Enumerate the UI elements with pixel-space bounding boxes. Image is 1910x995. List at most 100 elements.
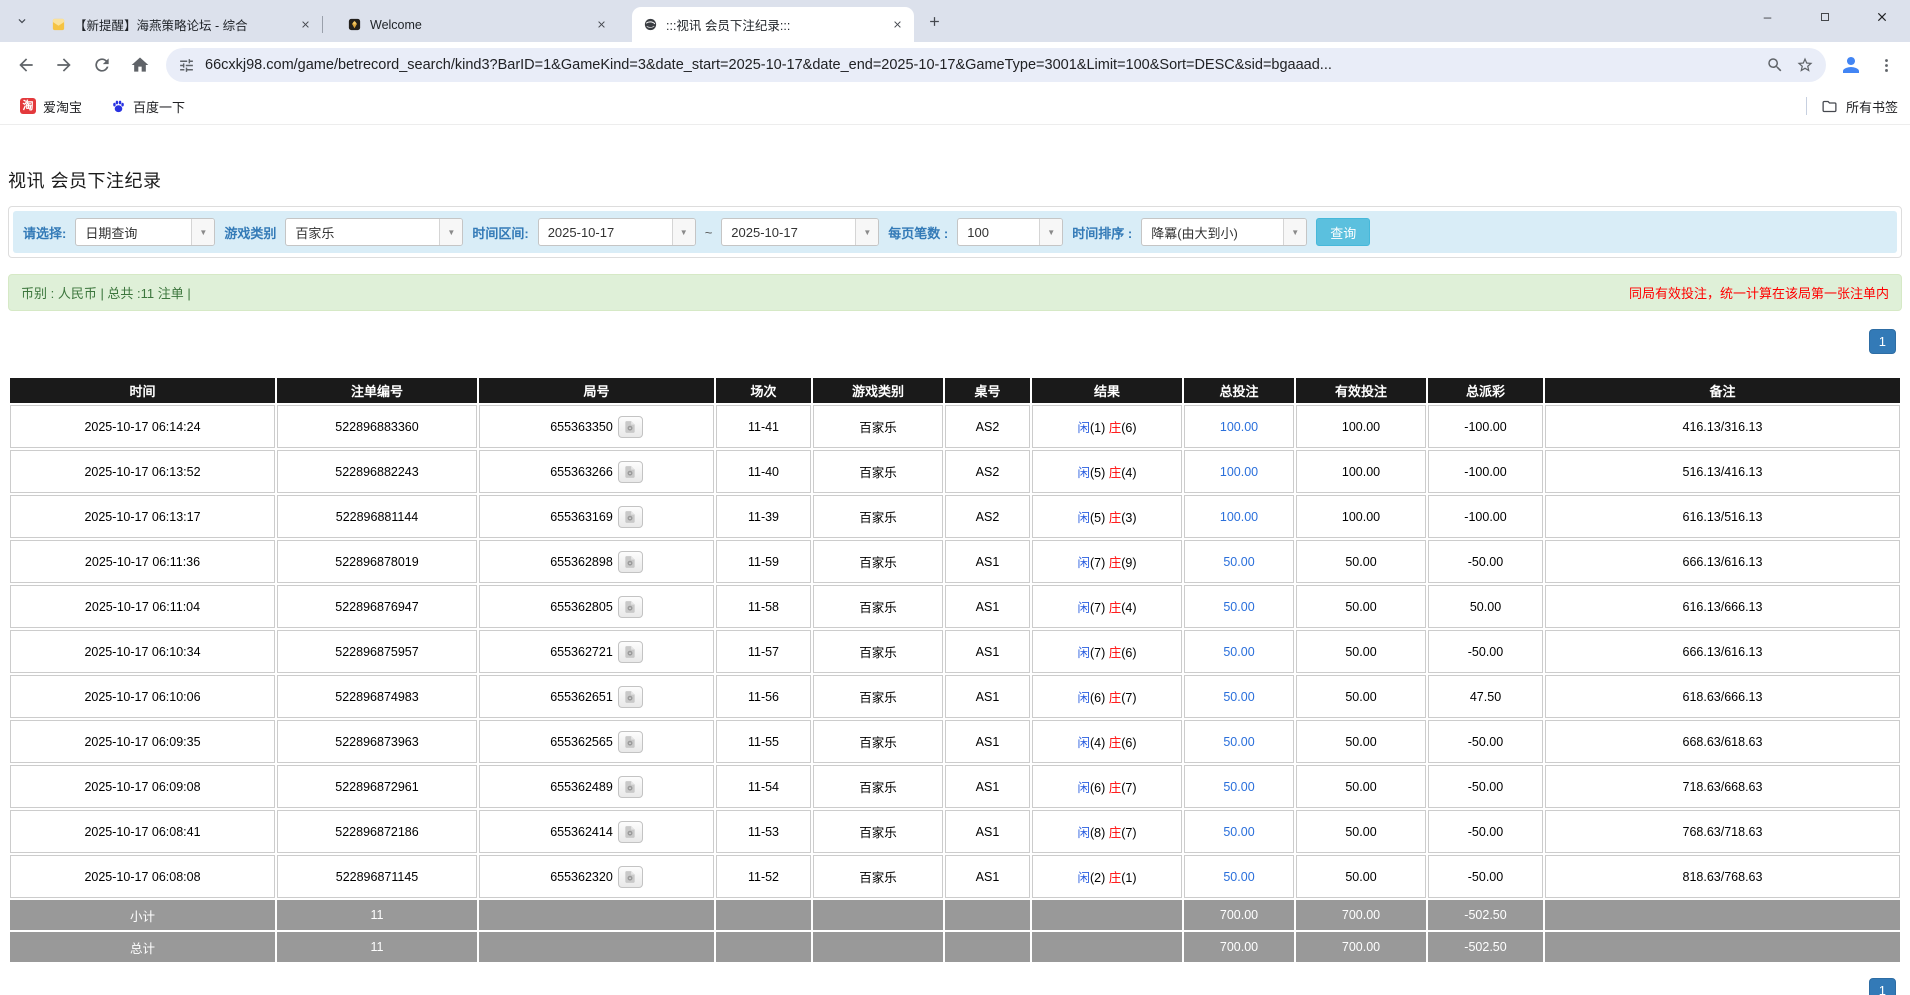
footer-total-bet-cell: 700.00 — [1184, 900, 1294, 930]
page-number-button[interactable]: 1 — [1869, 978, 1896, 995]
payout-cell: 50.00 — [1428, 585, 1543, 628]
chevron-down-icon[interactable]: ▼ — [855, 219, 878, 245]
address-bar[interactable]: 66cxkj98.com/game/betrecord_search/kind3… — [166, 48, 1826, 82]
video-replay-button[interactable] — [618, 731, 643, 753]
tab-search-button[interactable] — [8, 7, 36, 35]
table-no-cell: AS1 — [945, 630, 1030, 673]
home-button[interactable] — [124, 49, 156, 81]
footer-empty-cell — [1545, 932, 1900, 962]
total-bet-link[interactable]: 50.00 — [1223, 735, 1254, 749]
total-bet-cell: 100.00 — [1184, 450, 1294, 493]
video-replay-button[interactable] — [618, 866, 643, 888]
maximize-button[interactable] — [1796, 0, 1853, 34]
all-bookmarks-button[interactable]: 所有书签 — [1821, 97, 1898, 116]
total-bet-link[interactable]: 100.00 — [1220, 420, 1258, 434]
footer-empty-cell — [479, 900, 714, 930]
column-header: 场次 — [716, 378, 811, 403]
video-file-icon — [623, 825, 637, 839]
result-cell: 闲(5) 庄(4) — [1032, 450, 1182, 493]
column-header: 游戏类别 — [813, 378, 943, 403]
bookmark-baidu[interactable]: 百度一下 — [102, 93, 193, 120]
close-window-button[interactable] — [1853, 0, 1910, 34]
tab-forum[interactable]: 【新提醒】海燕策略论坛 - 综合 — [40, 7, 322, 42]
footer-empty-cell — [716, 900, 811, 930]
tab-betrecord-active[interactable]: :::视讯 会员下注纪录::: — [632, 7, 914, 42]
valid-bet-cell: 50.00 — [1296, 765, 1426, 808]
total-bet-link[interactable]: 50.00 — [1223, 600, 1254, 614]
result-banker-score: (9) — [1121, 556, 1136, 570]
subtotal-row: 小计11700.00700.00-502.50 — [10, 900, 1900, 930]
round-wrap: 655362805 — [550, 596, 643, 618]
payout-cell: 47.50 — [1428, 675, 1543, 718]
reload-button[interactable] — [86, 49, 118, 81]
result-player-score: (5) — [1090, 466, 1109, 480]
table-header-row: 时间注单编号局号场次游戏类别桌号结果总投注有效投注总派彩备注 — [10, 378, 1900, 403]
new-tab-button[interactable] — [921, 8, 948, 35]
date-start-dropdown[interactable]: 2025-10-17 ▼ — [538, 218, 696, 246]
minimize-button[interactable] — [1739, 0, 1796, 34]
total-bet-link[interactable]: 50.00 — [1223, 780, 1254, 794]
url-text[interactable]: 66cxkj98.com/game/betrecord_search/kind3… — [205, 57, 1766, 73]
total-bet-link[interactable]: 50.00 — [1223, 645, 1254, 659]
result-player-score: (2) — [1090, 871, 1109, 885]
forward-button[interactable] — [48, 49, 80, 81]
time-cell: 2025-10-17 06:13:17 — [10, 495, 275, 538]
select-mode-value: 日期查询 — [76, 219, 191, 245]
game-type-dropdown[interactable]: 百家乐 ▼ — [285, 218, 463, 246]
total-bet-link[interactable]: 50.00 — [1223, 825, 1254, 839]
tab-close-icon[interactable] — [297, 16, 314, 33]
page-number-button[interactable]: 1 — [1869, 329, 1896, 354]
chevron-down-icon[interactable]: ▼ — [672, 219, 695, 245]
bookmark-aitaobao[interactable]: 淘 爱淘宝 — [12, 93, 90, 120]
tab-close-icon[interactable] — [593, 16, 610, 33]
chevron-down-icon[interactable]: ▼ — [1283, 219, 1306, 245]
table-no-cell: AS1 — [945, 855, 1030, 898]
profile-avatar[interactable] — [1836, 50, 1866, 80]
tab-title: 【新提醒】海燕策略论坛 - 综合 — [74, 15, 297, 34]
total-bet-cell: 50.00 — [1184, 675, 1294, 718]
video-replay-button[interactable] — [618, 596, 643, 618]
total-bet-link[interactable]: 100.00 — [1220, 465, 1258, 479]
select-mode-dropdown[interactable]: 日期查询 ▼ — [75, 218, 215, 246]
chevron-down-icon[interactable]: ▼ — [191, 219, 214, 245]
valid-bet-cell: 50.00 — [1296, 675, 1426, 718]
video-replay-button[interactable] — [618, 506, 643, 528]
session-cell: 11-55 — [716, 720, 811, 763]
tab-welcome[interactable]: Welcome — [336, 7, 618, 42]
video-replay-button[interactable] — [618, 686, 643, 708]
tab-separator — [322, 16, 323, 33]
game-type-cell: 百家乐 — [813, 540, 943, 583]
total-bet-link[interactable]: 100.00 — [1220, 510, 1258, 524]
video-replay-button[interactable] — [618, 776, 643, 798]
tab-close-icon[interactable] — [889, 16, 906, 33]
footer-empty-cell — [945, 900, 1030, 930]
total-bet-link[interactable]: 50.00 — [1223, 555, 1254, 569]
zoom-icon[interactable] — [1766, 56, 1784, 74]
chevron-down-icon[interactable]: ▼ — [1039, 219, 1062, 245]
game-type-cell: 百家乐 — [813, 765, 943, 808]
remark-cell: 618.63/666.13 — [1545, 675, 1900, 718]
back-button[interactable] — [10, 49, 42, 81]
total-bet-link[interactable]: 50.00 — [1223, 870, 1254, 884]
site-settings-icon[interactable] — [178, 57, 195, 74]
round-cell: 655363266 — [479, 450, 714, 493]
video-replay-button[interactable] — [618, 821, 643, 843]
chevron-down-icon[interactable]: ▼ — [439, 219, 462, 245]
result-banker-score: (7) — [1121, 781, 1136, 795]
game-type-cell: 百家乐 — [813, 855, 943, 898]
sort-order-dropdown[interactable]: 降冪(由大到小) ▼ — [1141, 218, 1307, 246]
search-button[interactable]: 查询 — [1316, 218, 1370, 246]
date-end-dropdown[interactable]: 2025-10-17 ▼ — [721, 218, 879, 246]
browser-menu-button[interactable] — [1872, 51, 1900, 79]
video-replay-button[interactable] — [618, 416, 643, 438]
footer-valid-bet-cell: 700.00 — [1296, 900, 1426, 930]
per-page-dropdown[interactable]: 100 ▼ — [957, 218, 1063, 246]
video-replay-button[interactable] — [618, 641, 643, 663]
column-header: 总派彩 — [1428, 378, 1543, 403]
video-replay-button[interactable] — [618, 461, 643, 483]
footer-empty-cell — [813, 932, 943, 962]
total-bet-link[interactable]: 50.00 — [1223, 690, 1254, 704]
video-replay-button[interactable] — [618, 551, 643, 573]
game-type-label: 游戏类别 — [224, 223, 276, 242]
bookmark-star-icon[interactable] — [1796, 56, 1814, 74]
